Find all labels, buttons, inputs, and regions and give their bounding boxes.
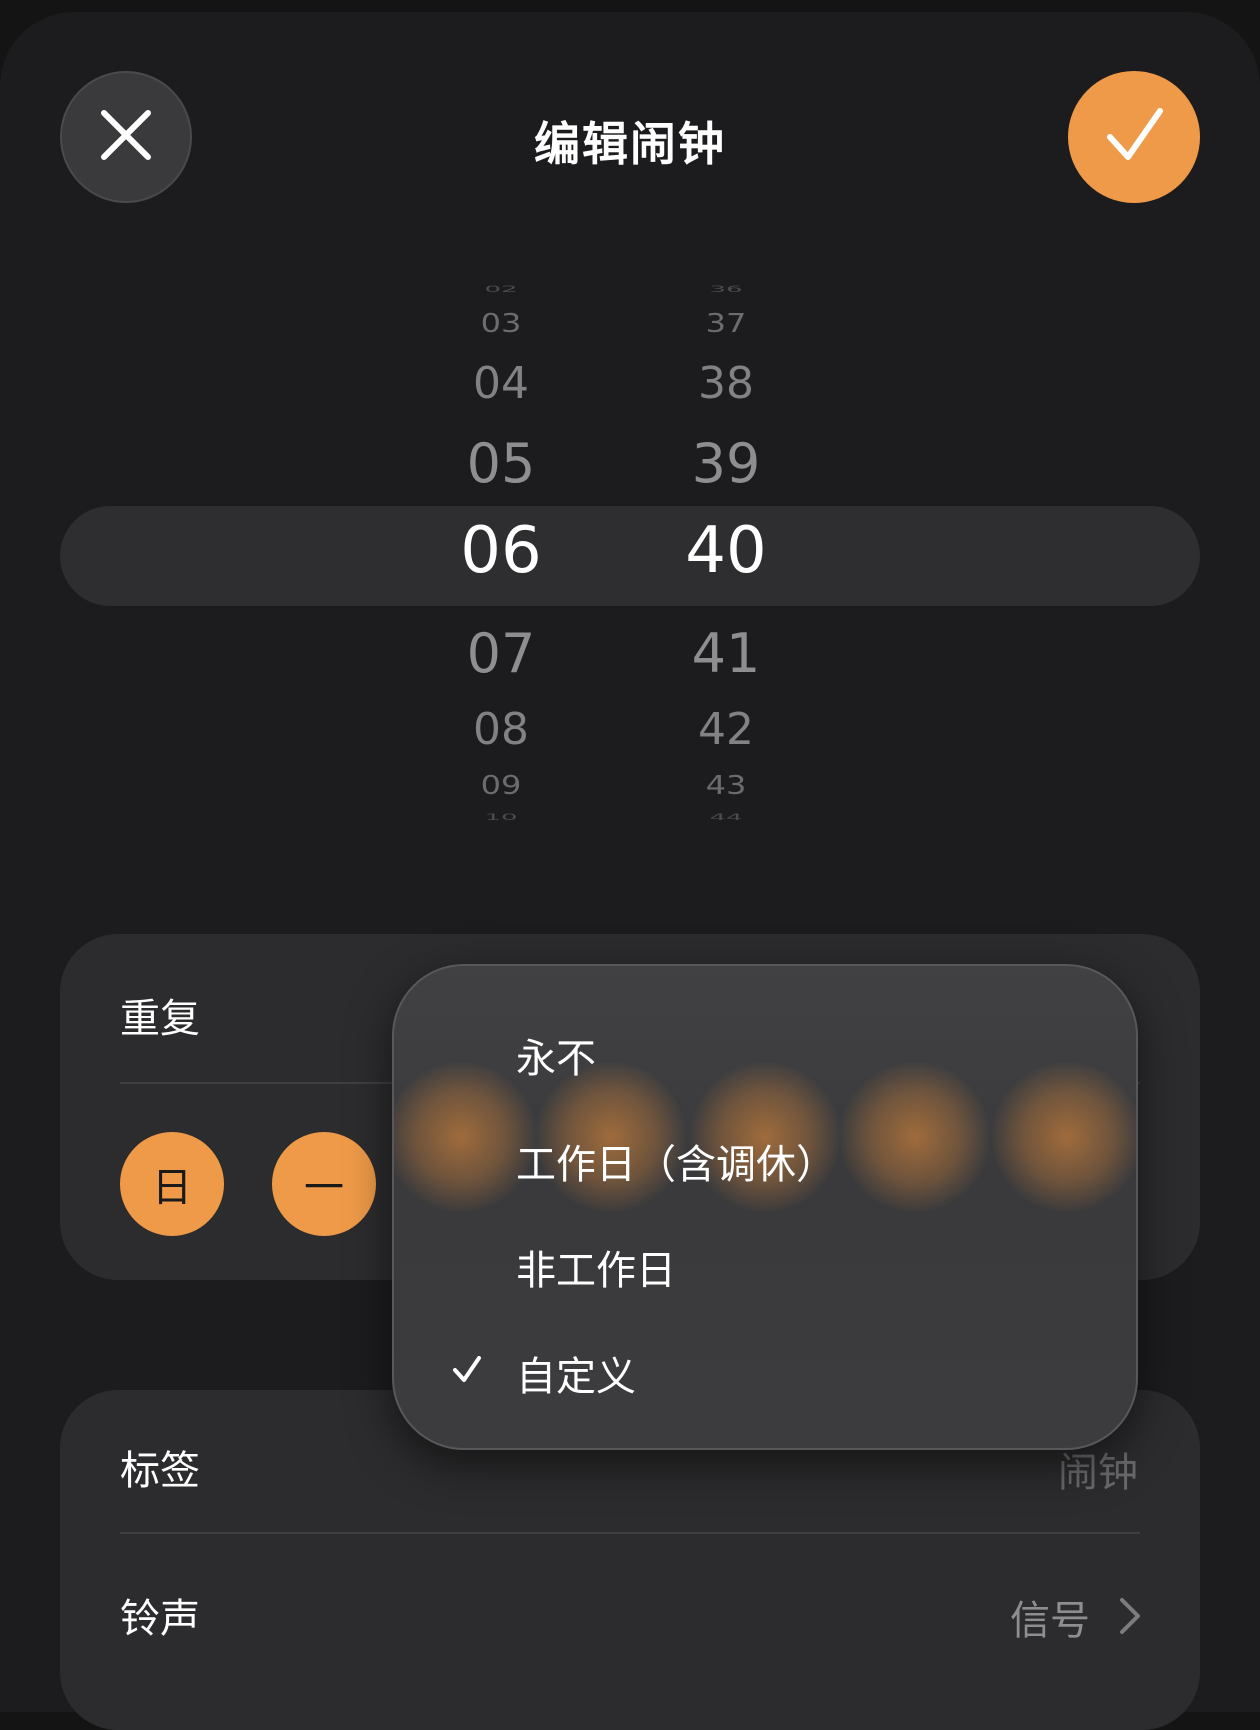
minute-wheel[interactable]: 36 37 38 39 40 41 42 43 44	[626, 280, 826, 828]
day-button-sunday[interactable]: 日	[120, 1132, 224, 1236]
menu-item-never[interactable]: 永不	[516, 1026, 596, 1084]
checkmark-icon	[1102, 103, 1166, 171]
confirm-button[interactable]	[1068, 71, 1200, 203]
hour-option: 07	[466, 622, 536, 685]
ringtone-row-title: 铃声	[120, 1596, 200, 1642]
minute-option: 36	[709, 283, 743, 295]
day-button-monday[interactable]: 一	[272, 1132, 376, 1236]
minute-option: 38	[698, 358, 754, 409]
menu-item-non-workdays[interactable]: 非工作日	[516, 1238, 676, 1296]
hour-option: 04	[473, 358, 529, 409]
day-button-glow	[840, 1062, 990, 1212]
minute-option: 42	[698, 704, 754, 755]
menu-item-workdays[interactable]: 工作日（含调休）	[516, 1132, 836, 1190]
hour-option: 10	[484, 811, 518, 823]
hour-option: 09	[480, 769, 522, 801]
checkmark-icon	[452, 1352, 482, 1393]
selected-minute: 40	[685, 514, 767, 588]
day-button-glow	[394, 1062, 536, 1212]
repeat-label: 重复	[120, 996, 200, 1042]
minute-option: 44	[709, 811, 743, 823]
ringtone-row-value[interactable]: 信号	[1010, 1588, 1090, 1646]
minute-option: 39	[691, 432, 761, 495]
hour-wheel[interactable]: 02 03 04 05 06 07 08 09 10	[401, 280, 601, 828]
hour-option: 05	[466, 432, 536, 495]
divider	[120, 1532, 1140, 1534]
repeat-options-menu: 永不 工作日（含调休） 非工作日 自定义	[392, 964, 1138, 1450]
minute-option: 41	[691, 622, 761, 685]
day-button-glow	[992, 1062, 1136, 1212]
selected-hour: 06	[460, 514, 542, 588]
menu-item-custom[interactable]: 自定义	[516, 1344, 636, 1402]
minute-option: 37	[705, 307, 747, 339]
hour-option: 03	[480, 307, 522, 339]
chevron-right-icon[interactable]	[1118, 1596, 1142, 1640]
hour-option: 08	[473, 704, 529, 755]
label-row-title: 标签	[120, 1448, 200, 1494]
hour-option: 02	[484, 283, 518, 295]
minute-option: 43	[705, 769, 747, 801]
